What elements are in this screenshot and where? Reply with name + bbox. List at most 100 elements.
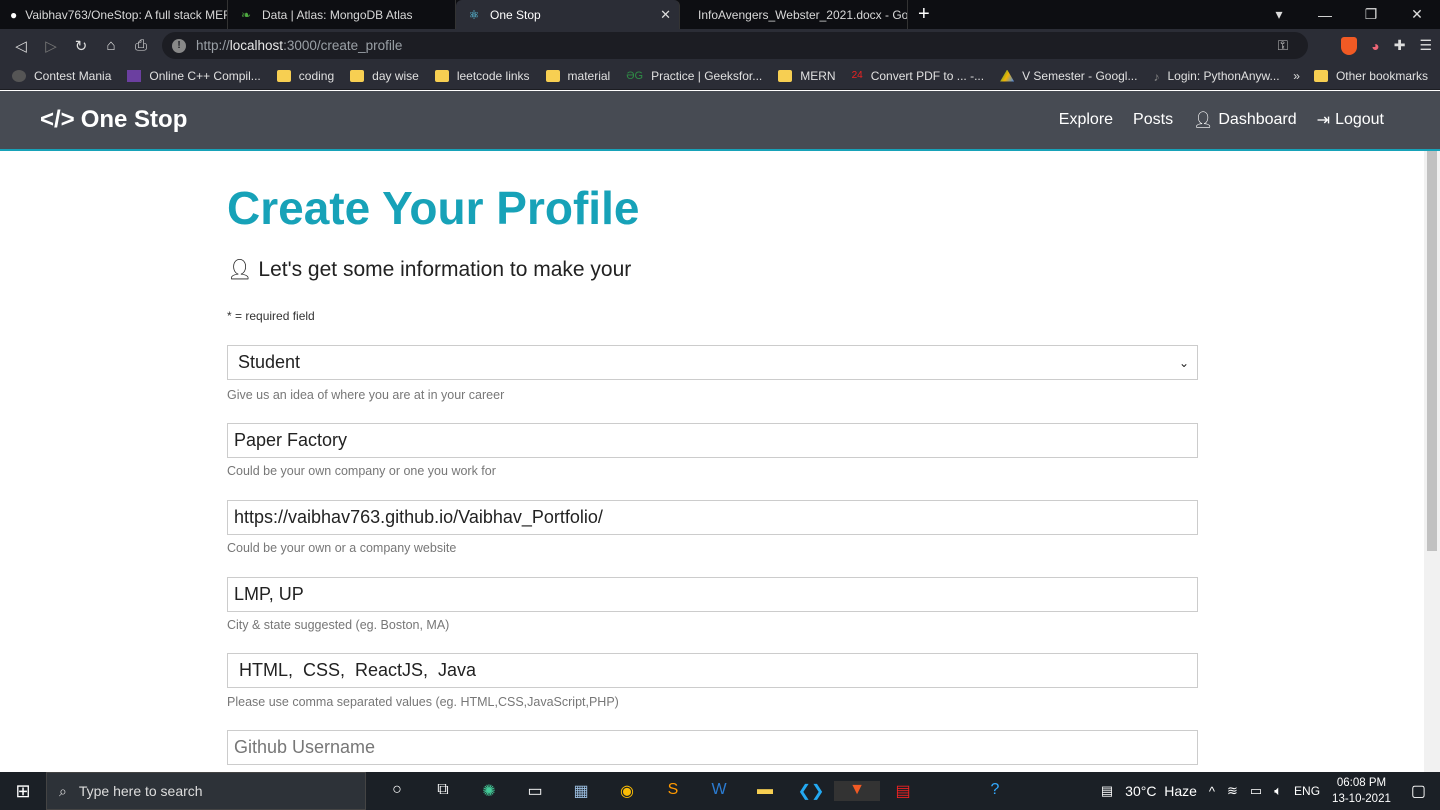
bookmark-geeksforgeeks[interactable]: ƏG Practice | Geeksfor... bbox=[626, 69, 762, 83]
code-icon bbox=[12, 69, 26, 82]
bookmark-icon[interactable]: ⎙ bbox=[126, 37, 156, 54]
taskbar-search[interactable]: ⌕ Type here to search bbox=[46, 772, 366, 810]
windows-start-icon[interactable]: ⊞ bbox=[0, 781, 46, 802]
website-help: Could be your own or a company website bbox=[227, 541, 457, 555]
bookmark-label: Contest Mania bbox=[34, 68, 112, 83]
windows-taskbar: ⊞ ⌕ Type here to search ○ ⧉ ✺ ▭ ▦ ◉ S W ▬… bbox=[0, 772, 1440, 810]
tab-one-stop[interactable]: ⚛ One Stop ✕ bbox=[456, 0, 680, 29]
forward-icon[interactable]: ▷ bbox=[36, 37, 66, 55]
location-input[interactable]: LMP, UP bbox=[227, 577, 1198, 612]
other-bookmarks[interactable]: Other bookmarks bbox=[1313, 69, 1428, 83]
restore-button[interactable]: ❐ bbox=[1348, 6, 1394, 23]
nav-label: Dashboard bbox=[1218, 111, 1297, 128]
skills-value: HTML, CSS, ReactJS, Java bbox=[234, 660, 477, 680]
bookmark-v-semester[interactable]: V Semester - Googl... bbox=[1000, 69, 1137, 83]
menu-icon[interactable]: ☰ bbox=[1419, 37, 1432, 54]
bookmark-material[interactable]: material bbox=[545, 69, 610, 83]
site-info-icon[interactable]: ! bbox=[172, 38, 186, 53]
cortana-icon[interactable]: ○ bbox=[374, 781, 420, 801]
close-tab-icon[interactable]: ✕ bbox=[660, 7, 671, 23]
site-navbar: </> One Stop Explore Posts 👤︎ Dashboard ⇥ L… bbox=[0, 91, 1440, 151]
language-indicator[interactable]: ENG bbox=[1294, 784, 1320, 798]
bookmark-pythonanywhere[interactable]: ♪ Login: PythonAnyw... bbox=[1153, 69, 1279, 84]
nav-label: Logout bbox=[1335, 111, 1384, 128]
brave-shield-icon[interactable] bbox=[1341, 36, 1358, 55]
calculator-icon[interactable]: ▦ bbox=[558, 781, 604, 801]
sublime-icon[interactable]: S bbox=[650, 781, 696, 801]
lead-label: Let's get some information to make your bbox=[258, 257, 632, 281]
tab-search-icon[interactable]: ▾ bbox=[1256, 6, 1302, 23]
back-icon[interactable]: ◁ bbox=[6, 37, 36, 55]
github-placeholder: Github Username bbox=[234, 737, 376, 757]
pdf24-icon: 24 bbox=[851, 69, 863, 81]
github-username-input[interactable]: Github Username bbox=[227, 730, 1198, 765]
bookmark-coding[interactable]: coding bbox=[276, 69, 334, 83]
close-window-button[interactable]: ✕ bbox=[1394, 6, 1440, 23]
nav-explore[interactable]: Explore bbox=[1059, 110, 1113, 130]
bookmarks-bar: Contest Mania Online C++ Compil... codin… bbox=[0, 62, 1440, 90]
minimize-button[interactable]: — bbox=[1302, 7, 1348, 23]
more-bookmarks-icon[interactable]: » bbox=[1293, 69, 1300, 83]
bookmark-contest-mania[interactable]: Contest Mania bbox=[12, 69, 111, 83]
bookmark-pdf24[interactable]: 24 Convert PDF to ... -... bbox=[852, 69, 985, 83]
company-input[interactable]: Paper Factory bbox=[227, 423, 1198, 458]
website-input[interactable]: https://vaibhav763.github.io/Vaibhav_Por… bbox=[227, 500, 1198, 535]
bookmark-leetcode[interactable]: leetcode links bbox=[434, 69, 530, 83]
pdf-icon[interactable]: ▤ bbox=[880, 781, 926, 801]
nav-posts[interactable]: Posts bbox=[1133, 110, 1173, 130]
gfg-icon: ƏG bbox=[626, 69, 644, 82]
bookmark-online-cpp[interactable]: Online C++ Compil... bbox=[127, 69, 261, 83]
news-icon[interactable]: ▤ bbox=[1101, 783, 1113, 799]
terminal-icon[interactable]: ▭ bbox=[512, 781, 558, 801]
bookmark-label: Convert PDF to ... -... bbox=[870, 68, 985, 83]
skills-help: Please use comma separated values (eg. H… bbox=[227, 695, 619, 709]
vscode-icon[interactable]: ❮❯ bbox=[788, 781, 834, 801]
clock[interactable]: 06:08 PM 13-10-2021 bbox=[1332, 775, 1391, 807]
user-icon: 👤︎ bbox=[227, 259, 253, 281]
wifi-icon[interactable]: ≋ bbox=[1227, 783, 1238, 799]
extension-icon[interactable]: ◕ bbox=[1371, 38, 1379, 54]
task-view-icon[interactable]: ⧉ bbox=[420, 781, 466, 801]
chrome-icon[interactable]: ◉ bbox=[604, 781, 650, 801]
word-icon[interactable]: W bbox=[696, 781, 742, 801]
chevron-up-icon[interactable]: ^ bbox=[1209, 784, 1215, 799]
bookmark-label: day wise bbox=[372, 68, 419, 83]
weather-text[interactable]: 30°C Haze bbox=[1125, 783, 1197, 799]
home-icon[interactable]: ⌂ bbox=[96, 37, 126, 54]
folder-icon bbox=[276, 69, 291, 82]
scrollbar-thumb[interactable] bbox=[1427, 151, 1437, 551]
app-icon[interactable]: ✺ bbox=[466, 781, 512, 801]
bookmark-day-wise[interactable]: day wise bbox=[350, 69, 419, 83]
puzzle-icon[interactable]: ✚ bbox=[1394, 37, 1406, 54]
tab-google-docs[interactable]: InfoAvengers_Webster_2021.docx - Go bbox=[680, 0, 908, 29]
folder-icon bbox=[350, 69, 365, 82]
clock-time: 06:08 PM bbox=[1336, 777, 1387, 789]
skills-input[interactable]: HTML, CSS, ReactJS, Java bbox=[227, 653, 1198, 688]
tab-github[interactable]: ● Vaibhav763/OneStop: A full stack MER bbox=[0, 0, 228, 29]
new-tab-button[interactable]: + bbox=[918, 3, 930, 26]
nav-label: Explore bbox=[1058, 111, 1114, 128]
volume-icon[interactable]: 🔈︎ bbox=[1274, 783, 1282, 799]
brand-link[interactable]: </> One Stop bbox=[40, 106, 187, 134]
status-help: Give us an idea of where you are at in y… bbox=[227, 388, 505, 402]
tab-mongodb[interactable]: ❧ Data | Atlas: MongoDB Atlas bbox=[228, 0, 456, 29]
file-explorer-icon[interactable]: ▬ bbox=[742, 781, 788, 801]
reload-icon[interactable]: ↻ bbox=[66, 37, 96, 55]
page-title: Create Your Profile bbox=[227, 182, 640, 234]
key-icon[interactable]: ⚿ bbox=[1278, 38, 1288, 54]
address-bar[interactable]: ! http://localhost:3000/create_profile ⚿ bbox=[162, 32, 1308, 59]
battery-icon[interactable]: ▭ bbox=[1250, 783, 1262, 799]
required-note: * = required field bbox=[227, 309, 315, 323]
url-path: :3000/create_profile bbox=[283, 38, 403, 53]
brave-icon[interactable]: ▼ bbox=[834, 781, 880, 801]
bookmark-mern[interactable]: MERN bbox=[778, 69, 836, 83]
notification-icon[interactable]: ▢ bbox=[1411, 781, 1426, 801]
page-scrollbar[interactable] bbox=[1424, 151, 1440, 772]
status-select[interactable]: Student ⌄ bbox=[227, 345, 1198, 380]
help-icon[interactable]: ? bbox=[972, 781, 1018, 801]
browser-toolbar: ◁ ▷ ↻ ⌂ ⎙ ! http://localhost:3000/create… bbox=[0, 29, 1440, 62]
code-icon: </> bbox=[40, 106, 75, 133]
nav-logout[interactable]: ⇥ Logout bbox=[1317, 110, 1384, 130]
nav-dashboard[interactable]: 👤︎ Dashboard bbox=[1193, 110, 1297, 130]
folder-icon bbox=[778, 69, 793, 82]
